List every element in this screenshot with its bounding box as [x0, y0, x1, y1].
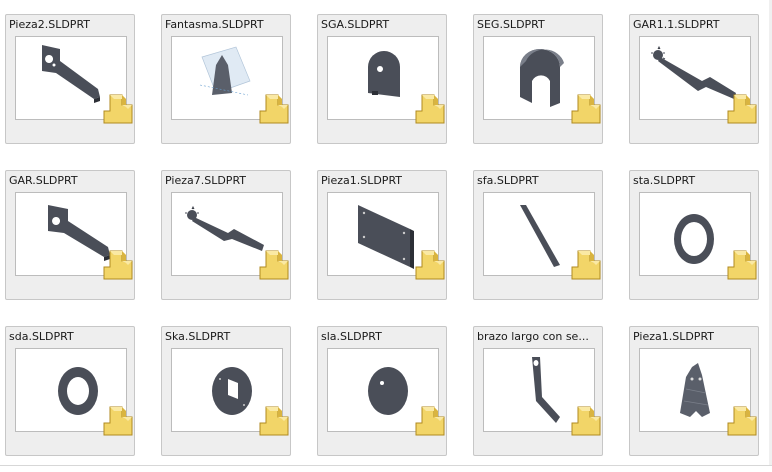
part-thumbnail [171, 192, 289, 280]
sldprt-file-badge-icon [415, 406, 445, 436]
file-name: GAR1.1.SLDPRT [633, 18, 720, 31]
part-thumbnail [15, 348, 133, 436]
file-name: Pieza1.SLDPRT [633, 330, 715, 343]
part-thumbnail [15, 192, 133, 280]
file-tile[interactable]: brazo largo con se... [473, 326, 603, 456]
file-tile[interactable]: SEG.SLDPRT [473, 14, 603, 144]
file-name: Ska.SLDPRT [165, 330, 231, 343]
file-tile[interactable]: Pieza7.SLDPRT [161, 170, 291, 300]
file-name: Pieza1.SLDPRT [321, 174, 403, 187]
sldprt-file-badge-icon [571, 250, 601, 280]
file-tile[interactable]: GAR1.1.SLDPRT [629, 14, 759, 144]
sldprt-file-badge-icon [571, 94, 601, 124]
sldprt-file-badge-icon [571, 406, 601, 436]
part-thumbnail [483, 192, 601, 280]
sldprt-file-badge-icon [415, 94, 445, 124]
sldprt-file-badge-icon [727, 406, 757, 436]
file-name: Fantasma.SLDPRT [165, 18, 264, 31]
file-tile[interactable]: SGA.SLDPRT [317, 14, 447, 144]
file-name: sda.SLDPRT [9, 330, 74, 343]
part-thumbnail [639, 192, 757, 280]
file-name: brazo largo con se... [477, 330, 589, 343]
file-name: Pieza2.SLDPRT [9, 18, 91, 31]
part-thumbnail [171, 348, 289, 436]
part-thumbnail [639, 348, 757, 436]
file-tile[interactable]: sda.SLDPRT [5, 326, 135, 456]
file-tile[interactable]: Pieza1.SLDPRT [317, 170, 447, 300]
file-tile[interactable]: Ska.SLDPRT [161, 326, 291, 456]
file-name: sfa.SLDPRT [477, 174, 539, 187]
sldprt-file-badge-icon [727, 94, 757, 124]
part-thumbnail [171, 36, 289, 124]
sldprt-file-badge-icon [415, 250, 445, 280]
sldprt-file-badge-icon [259, 406, 289, 436]
part-thumbnail [483, 348, 601, 436]
file-name: sta.SLDPRT [633, 174, 696, 187]
file-tile[interactable]: Pieza2.SLDPRT [5, 14, 135, 144]
file-tile[interactable]: sfa.SLDPRT [473, 170, 603, 300]
sldprt-file-badge-icon [259, 250, 289, 280]
sldprt-file-badge-icon [259, 94, 289, 124]
file-name: SGA.SLDPRT [321, 18, 390, 31]
part-thumbnail [483, 36, 601, 124]
file-tile[interactable]: Fantasma.SLDPRT [161, 14, 291, 144]
part-thumbnail [327, 348, 445, 436]
part-thumbnail [639, 36, 757, 124]
file-tile[interactable]: sta.SLDPRT [629, 170, 759, 300]
part-thumbnail [327, 36, 445, 124]
part-thumbnail [327, 192, 445, 280]
file-tile[interactable]: sla.SLDPRT [317, 326, 447, 456]
sldprt-file-badge-icon [103, 94, 133, 124]
file-name: SEG.SLDPRT [477, 18, 545, 31]
file-tile[interactable]: Pieza1.SLDPRT [629, 326, 759, 456]
bottom-divider [0, 465, 772, 466]
file-name: GAR.SLDPRT [9, 174, 78, 187]
sldprt-file-badge-icon [103, 250, 133, 280]
file-thumbnail-grid: Pieza2.SLDPRT Fantasma.SLDPRT SGA.SLDPRT… [0, 0, 772, 472]
sldprt-file-badge-icon [727, 250, 757, 280]
file-tile[interactable]: GAR.SLDPRT [5, 170, 135, 300]
part-thumbnail [15, 36, 133, 124]
sldprt-file-badge-icon [103, 406, 133, 436]
file-name: Pieza7.SLDPRT [165, 174, 247, 187]
file-name: sla.SLDPRT [321, 330, 382, 343]
